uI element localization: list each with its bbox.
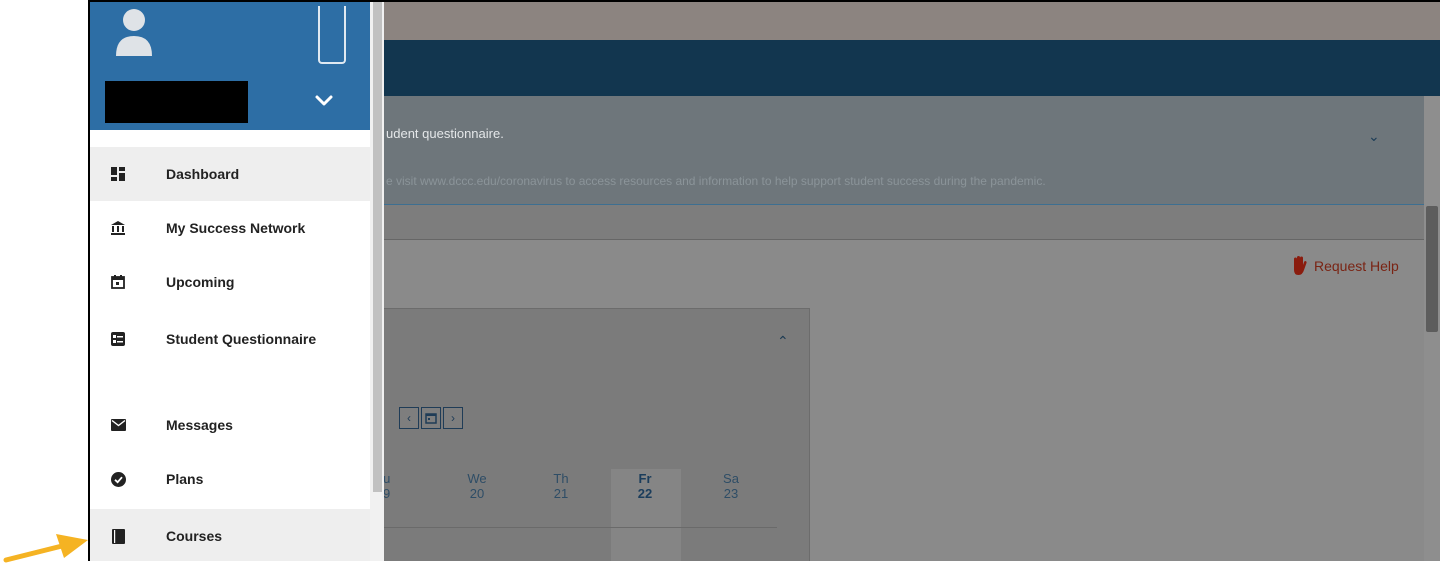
book-icon	[110, 528, 126, 544]
day-name: Sa	[723, 471, 739, 486]
day-column-today[interactable]: Fr 22	[615, 471, 675, 501]
drawer-item-my-success-network[interactable]: My Success Network	[90, 201, 370, 255]
day-column[interactable]: We 20	[447, 471, 507, 501]
drawer-item-label: Student Questionnaire	[166, 331, 317, 347]
notice-body: e visit www.dccc.edu/coronavirus to acce…	[386, 174, 1046, 188]
dashboard-icon	[110, 166, 126, 182]
drawer-item-student-questionnaire[interactable]: Student Questionnaire	[90, 312, 370, 366]
drawer-item-label: Upcoming	[166, 274, 235, 290]
drawer-item-label: My Success Network	[166, 220, 306, 236]
page-scrollbar-thumb[interactable]	[1426, 206, 1438, 332]
envelope-icon	[110, 417, 126, 433]
chevron-up-icon[interactable]: ⌃	[777, 333, 789, 350]
page-scrollbar[interactable]	[1424, 96, 1440, 561]
request-help-label: Request Help	[1314, 258, 1399, 274]
day-name: Fr	[638, 471, 652, 486]
request-help-link[interactable]: Request Help	[1290, 255, 1399, 277]
drawer-item-label: Plans	[166, 471, 204, 487]
calendar-today-button[interactable]	[421, 407, 441, 429]
next-week-button[interactable]: ›	[443, 407, 463, 429]
drawer-scrollbar-thumb[interactable]	[373, 2, 382, 492]
drawer-item-messages[interactable]: Messages	[90, 398, 370, 452]
redacted-username	[105, 81, 248, 123]
questionnaire-icon	[110, 331, 126, 347]
chevron-down-icon[interactable]: ⌄	[1368, 128, 1380, 145]
day-column[interactable]: Th 21	[531, 471, 591, 501]
chevron-down-icon[interactable]	[312, 88, 336, 112]
check-circle-icon	[110, 471, 126, 487]
prev-week-button[interactable]: ‹	[399, 407, 419, 429]
drawer-item-label: Courses	[166, 528, 223, 544]
annotation-arrow	[3, 534, 88, 563]
drawer-item-label: Messages	[166, 417, 233, 433]
drawer-item-courses[interactable]: Courses	[90, 509, 370, 561]
drawer-item-upcoming[interactable]: Upcoming	[90, 255, 370, 309]
day-column[interactable]: Sa 23	[701, 471, 761, 501]
drawer-header	[90, 2, 370, 130]
institution-icon	[110, 220, 126, 236]
notice-title: udent questionnaire.	[386, 126, 504, 141]
drawer-item-dashboard[interactable]: Dashboard	[90, 147, 370, 201]
day-date: 21	[553, 486, 569, 501]
day-date: 22	[637, 486, 653, 501]
calendar-nav: ‹ ›	[399, 407, 463, 429]
calendar-divider	[381, 527, 777, 528]
drawer-item-label: Dashboard	[166, 166, 240, 182]
drawer-item-plans[interactable]: Plans	[90, 452, 370, 506]
device-outline-icon	[318, 6, 346, 64]
user-avatar-icon	[116, 9, 152, 56]
navigation-drawer: Dashboard My Success Network Upcoming St…	[90, 2, 384, 561]
day-date: 20	[469, 486, 485, 501]
day-name: Th	[553, 471, 569, 486]
calendar-icon	[110, 274, 126, 290]
day-name: We	[467, 471, 487, 486]
calendar-icon	[425, 413, 437, 424]
raised-hand-icon	[1294, 256, 1307, 275]
screenshot-frame: udent questionnaire. e visit www.dccc.ed…	[88, 0, 1440, 561]
day-date: 23	[723, 486, 739, 501]
